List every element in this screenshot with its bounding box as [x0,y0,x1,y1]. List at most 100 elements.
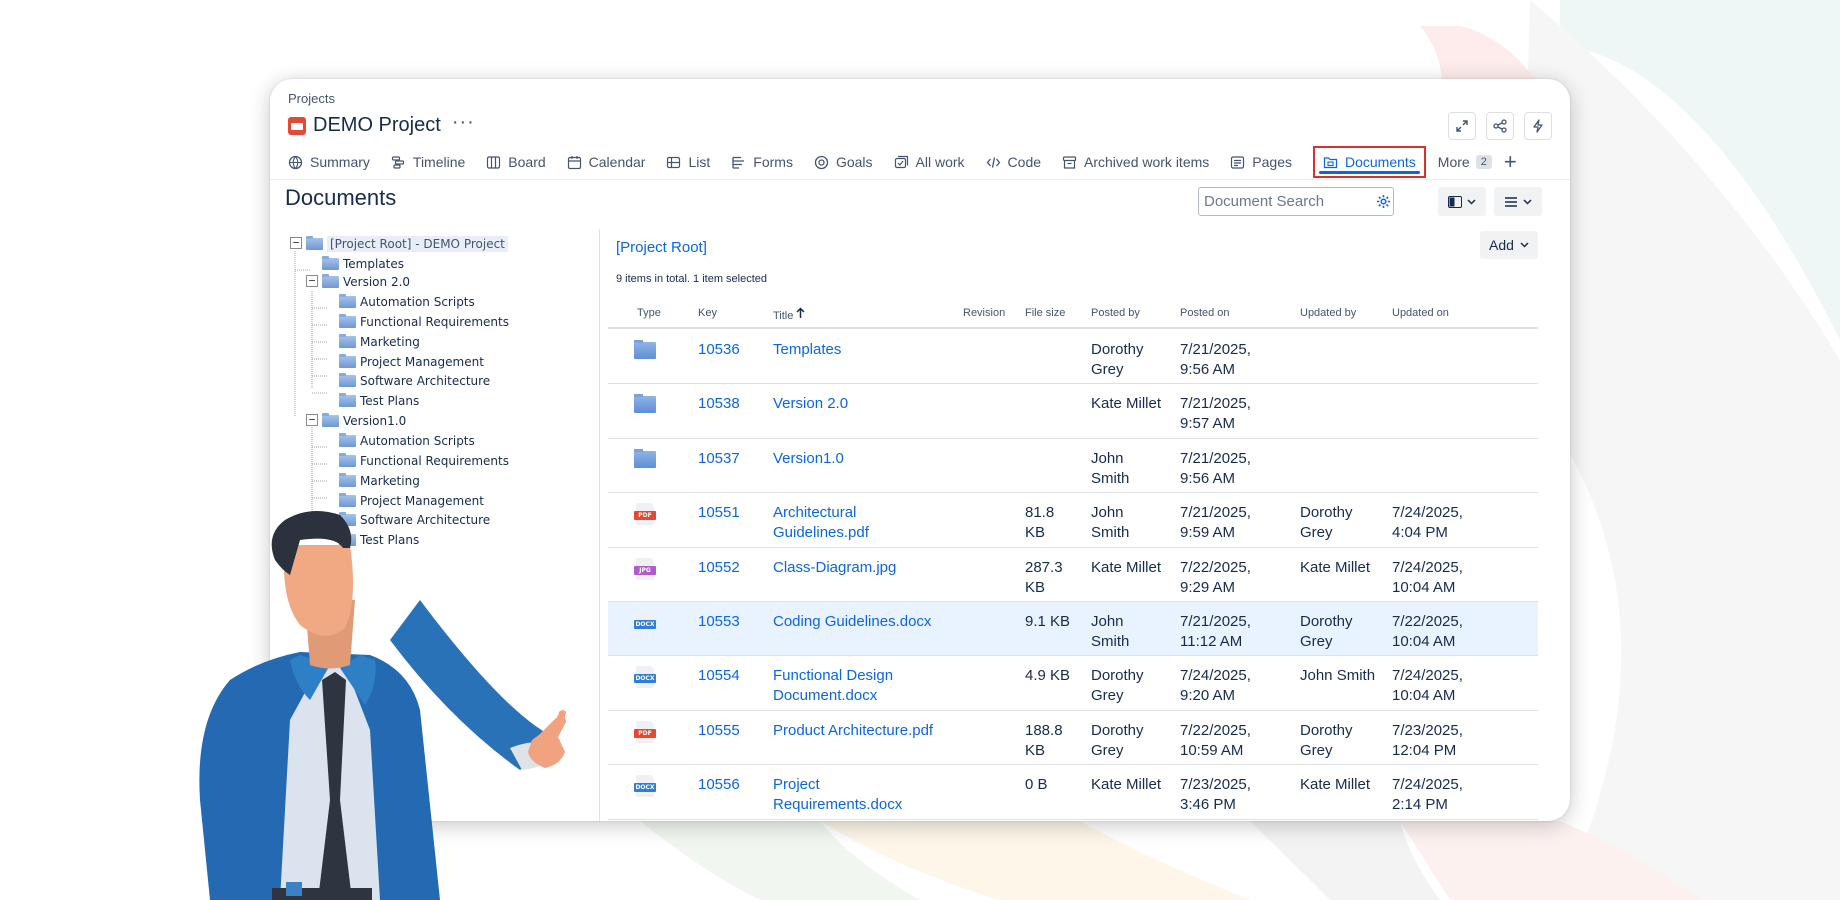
expand-icon [1456,120,1468,132]
add-tab-icon[interactable]: + [1504,151,1517,173]
docx-file-icon: DOCX [634,775,656,798]
cell-key[interactable]: 10554 [698,666,758,686]
cell-posted-by: Dorothy Grey [1091,667,1144,705]
folder-icon [339,453,356,467]
tab-forms[interactable]: Forms [731,147,793,177]
list-icon [667,156,681,168]
tab-goals[interactable]: Goals [814,147,873,177]
cell-key[interactable]: 10556 [698,775,758,795]
tree-node-templates[interactable]: Templates [322,255,404,273]
cell-title[interactable]: Functional Design Document.docx [773,666,943,706]
cell-posted-on: 7/21/2025, 11:12 AM [1180,613,1251,650]
tree-node-label: Templates [343,257,405,271]
cell-key[interactable]: 10552 [698,558,758,578]
collapse-version1-toggle[interactable]: − [306,414,318,426]
cell-title[interactable]: Product Architecture.pdf [773,721,943,741]
table-row[interactable]: DOCX 10553 Coding Guidelines.docx 9.1 KB Joh… [608,602,1538,657]
tree-node-v2-software-architecture[interactable]: Software Architecture [339,372,490,390]
cell-key[interactable]: 10538 [698,394,758,414]
tab-archived-work-items[interactable]: Archived work items [1062,147,1209,177]
column-title[interactable]: Title [773,307,805,322]
tab-label: Code [1007,154,1042,170]
column-updated-on[interactable]: Updated on [1392,307,1449,319]
tree-node-root[interactable]: [Project Root] - DEMO Project [306,235,508,253]
tree-node-v2-project-management[interactable]: Project Management [339,353,484,371]
cell-key[interactable]: 10536 [698,340,758,360]
column-updated-by[interactable]: Updated by [1300,307,1356,319]
project-root-link[interactable]: [Project Root] [616,239,707,256]
tab-documents[interactable]: Documents [1312,146,1426,178]
tab-pages[interactable]: Pages [1230,147,1292,177]
tree-node-v1-software-architecture[interactable]: Software Architecture [339,511,490,529]
column-posted-on[interactable]: Posted on [1180,307,1230,319]
column-key[interactable]: Key [698,307,717,319]
share-button[interactable] [1486,112,1514,140]
table-row[interactable]: 10538 Version 2.0 Kate Millet 7/21/2025, 9:… [608,384,1538,439]
collapse-version2-toggle[interactable]: − [306,275,318,287]
cell-title[interactable]: Version1.0 [773,449,943,469]
table-row[interactable]: DOCX 10556 Project Requirements.docx 0 B Kat… [608,765,1538,820]
project-more-button[interactable]: ··· [452,112,475,132]
cell-title[interactable]: Version 2.0 [773,394,943,414]
tab-board[interactable]: Board [486,147,546,177]
cell-key[interactable]: 10555 [698,721,758,741]
tree-node-v2-test-plans[interactable]: Test Plans [339,392,419,410]
cell-key[interactable]: 10551 [698,503,758,523]
tab-code[interactable]: Code [986,147,1041,177]
documents-icon [1323,156,1338,168]
tree-node-v1-marketing[interactable]: Marketing [339,472,420,490]
tree-node-v1-functional-requirements[interactable]: Functional Requirements [339,452,509,470]
tree-node-v1-automation-scripts[interactable]: Automation Scripts [339,432,475,450]
cell-title[interactable]: Project Requirements.docx [773,775,943,815]
tab-list[interactable]: List [666,147,710,177]
project-logo-icon [288,116,306,135]
tab-calendar[interactable]: Calendar [567,147,645,177]
tree-node-version-2[interactable]: Version 2.0 [322,273,410,291]
expand-button[interactable] [1448,112,1476,140]
cell-key[interactable]: 10537 [698,449,758,469]
cell-file-size: 81.8 KB [1025,504,1055,542]
tree-node-v2-automation-scripts[interactable]: Automation Scripts [339,293,475,311]
tab-summary[interactable]: Summary [288,147,370,177]
table-row[interactable]: JPG 10552 Class-Diagram.jpg 287.3 KB Kate Mi… [608,548,1538,602]
cell-title[interactable]: Templates [773,340,943,360]
folder-icon [339,512,356,526]
column-revision[interactable]: Revision [963,307,1005,319]
tree-node-v2-functional-requirements[interactable]: Functional Requirements [339,313,509,331]
cell-title[interactable]: Architectural Guidelines.pdf [773,503,943,543]
tab-timeline[interactable]: Timeline [391,147,465,177]
table-row[interactable]: 10536 Templates Dorothy Grey 7/21/2025, 9:5… [608,330,1538,385]
list-view-button[interactable] [1494,187,1542,216]
collapse-root-toggle[interactable]: − [290,237,302,249]
cell-title[interactable]: Coding Guidelines.docx [773,612,943,632]
column-file-size[interactable]: File size [1025,307,1065,319]
tab-label: Summary [310,154,370,170]
breadcrumb[interactable]: Projects [288,91,335,106]
tab-all-work[interactable]: All work [894,147,965,177]
tab-label: Documents [1344,154,1416,170]
table-row[interactable]: DOCX 10554 Functional Design Document.docx… [608,656,1538,711]
tree-node-v1-project-management[interactable]: Project Management [339,492,484,510]
column-posted-by[interactable]: Posted by [1091,307,1140,319]
tab-more[interactable]: More 2 [1438,147,1492,177]
folder-icon [322,256,339,270]
folder-icon [339,334,356,348]
document-search-field[interactable]: Document Search [1198,187,1394,216]
tree-node-version-1[interactable]: Version1.0 [322,412,406,430]
add-button[interactable]: Add [1480,231,1538,259]
column-type[interactable]: Type [637,307,661,319]
search-settings-button[interactable] [1373,194,1393,209]
tree-node-v1-test-plans[interactable]: Test Plans [339,531,419,549]
cell-posted-by: Dorothy Grey [1091,721,1144,759]
tree-node-v2-marketing[interactable]: Marketing [339,333,420,351]
cell-key[interactable]: 10553 [698,612,758,632]
chevron-down-icon [1467,198,1476,205]
folder-icon [339,294,356,308]
table-row[interactable]: PDF 10551 Architectural Guidelines.pdf 81.8… [608,493,1538,548]
table-row[interactable]: 10537 Version1.0 John Smith 7/21/2025, 9:56… [608,439,1538,494]
cell-title[interactable]: Class-Diagram.jpg [773,558,943,578]
table-row[interactable]: PDF 10555 Product Architecture.pdf 188.8 KB… [608,711,1538,766]
panel-layout-button[interactable] [1438,187,1486,216]
automation-button[interactable] [1524,112,1552,140]
cell-posted-by: Kate Millet [1091,776,1162,794]
